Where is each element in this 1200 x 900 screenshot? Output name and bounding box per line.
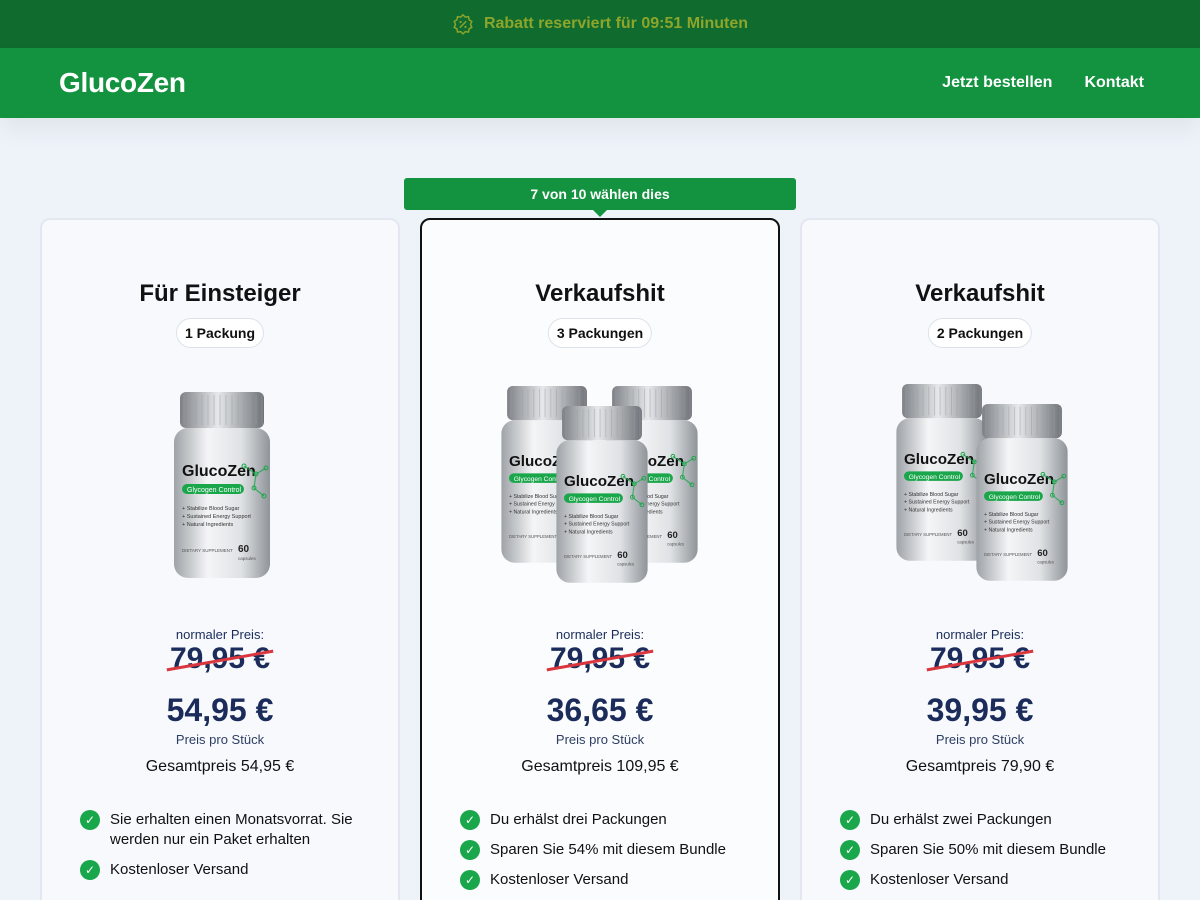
svg-text:+ Stabilize Blood Sugar: + Stabilize Blood Sugar [509,494,564,500]
svg-text:+ Natural Ingredients: + Natural Ingredients [984,527,1033,533]
svg-text:Glycogen Control: Glycogen Control [909,474,961,481]
old-price: 79,95 € [929,642,1031,675]
unit-price: 36,65 € [546,692,654,728]
old-price: 79,95 € [549,642,651,675]
feature-item: ✓ Kostenloser Versand [80,860,370,880]
check-icon: ✓ [80,860,100,880]
svg-text:capsules: capsules [957,540,974,545]
unit-price-label: Preis pro Stück [935,732,1025,747]
offer-card-bestseller-2[interactable]: Verkaufshit 2 Packungen GlucoZen Glycogen… [800,218,1160,900]
svg-text:+ Stabilize Blood Sugar: + Stabilize Blood Sugar [564,514,619,520]
feature-item: ✓ Kostenloser Versand [840,870,1130,890]
discount-badge-icon [453,13,473,35]
svg-text:DIETARY SUPPLEMENT: DIETARY SUPPLEMENT [564,554,613,559]
svg-text:60: 60 [617,550,628,561]
feature-item: ✓ Sparen Sie 50% mit diesem Bundle [840,840,1130,860]
offer-title: Verkaufshit [915,280,1045,307]
check-icon: ✓ [840,810,860,830]
svg-text:+ Natural Ingredients: + Natural Ingredients [904,507,953,513]
unit-price-label: Preis pro Stück [175,732,265,747]
svg-text:+ Sustained Energy Support: + Sustained Energy Support [182,514,251,520]
svg-text:capsules: capsules [238,556,257,561]
svg-text:+ Sustained Energy Support: + Sustained Energy Support [984,520,1050,526]
check-icon: ✓ [460,870,480,890]
svg-text:+ Stabilize Blood Sugar: + Stabilize Blood Sugar [904,492,959,498]
svg-text:Glycogen Control: Glycogen Control [187,487,242,494]
svg-text:capsules: capsules [667,542,684,547]
offer-title: Für Einsteiger [139,280,301,307]
check-icon: ✓ [80,810,100,830]
nav-order-link[interactable]: Jetzt bestellen [942,74,1052,92]
feature-item: ✓ Du erhälst drei Packungen [460,810,750,830]
supplement-bottle: GlucoZen Glycogen Control + Stabilize Bloo… [556,406,648,583]
svg-text:GlucoZen: GlucoZen [182,463,256,480]
unit-price-label: Preis pro Stück [555,732,645,747]
svg-text:+ Natural Ingredients: + Natural Ingredients [182,522,233,528]
offer-title: Verkaufshit [535,280,665,307]
offer-card-bestseller-3[interactable]: Verkaufshit 3 Packungen GlucoZen Glycogen… [420,218,780,900]
site-header: GlucoZen Jetzt bestellen Kontakt [0,48,1200,118]
total-price: Gesamtpreis 79,90 € [905,758,1055,775]
supplement-bottle: GlucoZen Glycogen Control + Stabilize Bloo… [896,384,988,561]
feature-item: ✓ Sie erhalten einen Monatsvorrat. Sie we… [80,810,370,850]
old-price: 79,95 € [169,642,271,675]
total-price: Gesamtpreis 54,95 € [145,758,295,775]
normal-price-label: normaler Preis: [175,627,265,642]
svg-text:+ Stabilize Blood Sugar: + Stabilize Blood Sugar [984,512,1039,518]
svg-text:+ Natural Ingredients: + Natural Ingredients [509,509,558,515]
discount-timer-bar: Rabatt reserviert für 09:51 Minuten [0,0,1200,48]
supplement-bottle: GlucoZen Glycogen Control + Stabilize Bloo… [174,392,270,578]
svg-text:DIETARY SUPPLEMENT: DIETARY SUPPLEMENT [509,534,558,539]
check-icon: ✓ [840,840,860,860]
pack-count-badge: 2 Packungen [927,318,1033,348]
check-icon: ✓ [460,840,480,860]
svg-text:capsules: capsules [617,562,634,567]
discount-timer-text: Rabatt reserviert für 09:51 Minuten [483,15,749,32]
svg-text:DIETARY SUPPLEMENT: DIETARY SUPPLEMENT [984,552,1033,557]
product-image: GlucoZen Glycogen Control + Stabilize Bloo… [174,392,270,578]
feature-list: ✓ Sie erhalten einen Monatsvorrat. Sie we… [80,810,370,890]
svg-text:60: 60 [957,528,968,539]
svg-text:DIETARY SUPPLEMENT: DIETARY SUPPLEMENT [904,532,953,537]
svg-text:+ Natural Ingredients: + Natural Ingredients [564,529,613,535]
supplement-bottle: GlucoZen Glycogen Control + Stabilize Bloo… [976,404,1068,581]
main-nav: Jetzt bestellen Kontakt [942,74,1144,92]
svg-text:GlucoZen: GlucoZen [984,471,1054,488]
product-image: GlucoZen Glycogen Control + Stabilize Bloo… [896,384,1068,581]
product-image: GlucoZen Glycogen Control + Stabilize Bloo… [501,386,698,583]
unit-price: 54,95 € [166,692,274,728]
normal-price-label: normaler Preis: [935,627,1025,642]
svg-text:GlucoZen: GlucoZen [904,451,974,468]
check-icon: ✓ [840,870,860,890]
svg-text:+ Stabilize Blood Sugar: + Stabilize Blood Sugar [182,506,239,512]
feature-item: ✓ Du erhälst zwei Packungen [840,810,1130,830]
feature-item: ✓ Sparen Sie 54% mit diesem Bundle [460,840,750,860]
feature-list: ✓ Du erhälst drei Packungen ✓ Sparen Sie 5… [460,810,750,900]
check-icon: ✓ [460,810,480,830]
unit-price: 39,95 € [926,692,1034,728]
svg-text:capsules: capsules [1037,560,1054,565]
svg-text:Glycogen Control: Glycogen Control [569,496,621,503]
nav-contact-link[interactable]: Kontakt [1084,74,1144,92]
feature-list: ✓ Du erhälst zwei Packungen ✓ Sparen Sie 5… [840,810,1130,900]
popular-choice-tag: 7 von 10 wählen dies [404,178,796,217]
offer-card-starter[interactable]: Für Einsteiger 1 Packung GlucoZen Glycoge… [40,218,400,900]
svg-text:GlucoZen: GlucoZen [564,473,634,490]
total-price: Gesamtpreis 109,95 € [521,758,679,775]
svg-text:+ Sustained Energy Support: + Sustained Energy Support [904,500,970,506]
svg-text:60: 60 [1037,548,1048,559]
logo[interactable]: GlucoZen [59,67,186,99]
svg-text:60: 60 [238,544,250,555]
svg-text:60: 60 [667,530,678,541]
pack-count-badge: 3 Packungen [547,318,653,348]
svg-text:Glycogen Control: Glycogen Control [989,494,1041,501]
svg-text:+ Sustained Energy Support: + Sustained Energy Support [564,522,630,528]
feature-item: ✓ Kostenloser Versand [460,870,750,890]
svg-text:DIETARY SUPPLEMENT: DIETARY SUPPLEMENT [182,548,233,553]
pack-count-badge: 1 Packung [175,318,265,348]
normal-price-label: normaler Preis: [555,627,645,642]
